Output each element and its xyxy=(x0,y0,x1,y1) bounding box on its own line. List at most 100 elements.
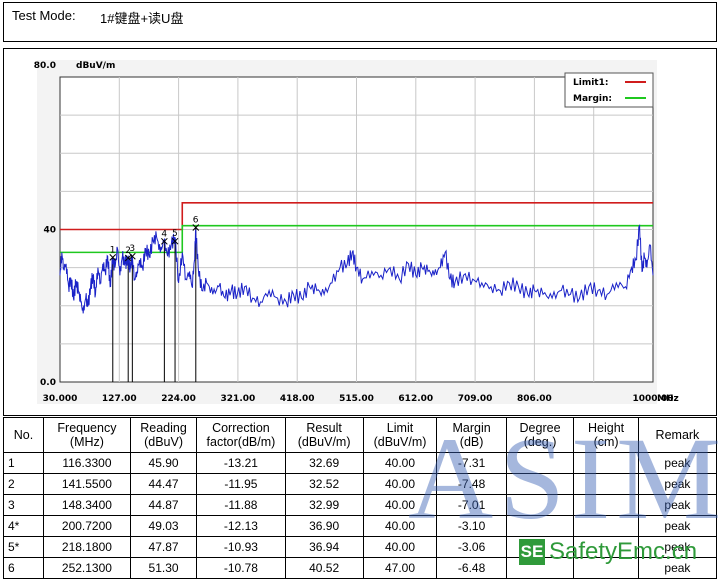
cell-height xyxy=(573,515,639,537)
cell-no: 2 xyxy=(3,473,44,495)
cell-corr: -13.21 xyxy=(196,452,286,474)
cell-no: 1 xyxy=(3,452,44,474)
cell-corr: -11.95 xyxy=(196,473,286,495)
cell-result: 32.69 xyxy=(284,452,364,474)
column-header-line2: (dBuV) xyxy=(144,435,183,449)
x-tick-label: 127.00 xyxy=(102,394,137,404)
column-header-line1: Degree xyxy=(519,421,561,435)
cell-no: 5* xyxy=(3,536,44,558)
table-header-row: No. Frequency (MHz) Reading (dBuV) Correction… xyxy=(3,417,718,453)
cell-degree xyxy=(505,473,575,495)
cell-margin: -7.31 xyxy=(436,452,507,474)
table-row: 2 141.5500 44.47 -11.95 32.52 40.00 -7.48 peak xyxy=(3,473,718,495)
column-header-line2: factor(dB/m) xyxy=(206,435,276,449)
marker-label: 4 xyxy=(161,229,167,239)
table-row: 3 148.3400 44.87 -11.88 32.99 40.00 -7.01 peak xyxy=(3,494,718,516)
x-tick-label: 321.00 xyxy=(221,394,256,404)
column-header-line2: (dB) xyxy=(459,435,484,449)
column-header-line1: Result xyxy=(306,421,342,435)
cell-height xyxy=(573,473,639,495)
x-tick-label: 515.00 xyxy=(339,394,374,404)
cell-remark: peak xyxy=(637,536,718,558)
cell-degree xyxy=(505,452,575,474)
column-header-line1: Reading xyxy=(140,421,187,435)
cell-margin: -7.01 xyxy=(436,494,507,516)
cell-result: 40.52 xyxy=(284,557,364,579)
marker-label: 6 xyxy=(193,216,199,226)
y-tick-label: 40 xyxy=(43,226,56,236)
column-header-line1: Remark xyxy=(655,428,700,442)
column-header-line2: (dBuV/m) xyxy=(297,435,351,449)
x-tick-label: 224.00 xyxy=(161,394,196,404)
y-tick-label: 0.0 xyxy=(40,378,56,388)
x-tick-label: 806.00 xyxy=(517,394,552,404)
cell-reading: 45.90 xyxy=(129,452,198,474)
table-row: 1 116.3300 45.90 -13.21 32.69 40.00 -7.31 peak xyxy=(3,452,718,474)
cell-remark: peak xyxy=(637,557,718,579)
cell-freq: 252.1300 xyxy=(43,557,131,579)
cell-height xyxy=(573,536,639,558)
column-header: Margin (dB) xyxy=(436,417,507,453)
cell-corr: -11.88 xyxy=(196,494,286,516)
column-header: Reading (dBuV) xyxy=(129,417,198,453)
legend-limit-label: Limit1: xyxy=(573,78,608,88)
x-tick-label: 30.000 xyxy=(43,394,78,404)
column-header: Degree (deg.) xyxy=(505,417,575,453)
column-header-line1: Limit xyxy=(386,421,414,435)
table-row: 5* 218.1800 47.87 -10.93 36.94 40.00 -3.06 peak xyxy=(3,536,718,558)
cell-limit: 40.00 xyxy=(362,494,438,516)
cell-height xyxy=(573,494,639,516)
cell-remark: peak xyxy=(637,515,718,537)
cell-reading: 51.30 xyxy=(129,557,198,579)
emission-chart: 1 234 56 80.0400.0 30.000 127.00 224.00 321.0… xyxy=(34,60,679,404)
column-header: Correction factor(dB/m) xyxy=(196,417,286,453)
cell-no: 4* xyxy=(3,515,44,537)
column-header-line1: Height xyxy=(587,421,625,435)
legend: Limit1: Margin: xyxy=(564,72,654,108)
cell-reading: 44.87 xyxy=(129,494,198,516)
cell-limit: 40.00 xyxy=(362,536,438,558)
cell-limit: 47.00 xyxy=(362,557,438,579)
cell-freq: 116.3300 xyxy=(43,452,131,474)
cell-corr: -10.93 xyxy=(196,536,286,558)
cell-result: 36.90 xyxy=(284,515,364,537)
results-table: No. Frequency (MHz) Reading (dBuV) Correction… xyxy=(3,417,718,579)
marker-label: 5 xyxy=(172,229,178,239)
column-header-line2: (MHz) xyxy=(69,435,104,449)
column-header: Height (cm) xyxy=(573,417,639,453)
cell-result: 32.99 xyxy=(284,494,364,516)
cell-limit: 40.00 xyxy=(362,452,438,474)
x-tick-label: 709.00 xyxy=(458,394,493,404)
column-header-line1: No. xyxy=(13,428,34,442)
cell-limit: 40.00 xyxy=(362,473,438,495)
marker-label: 1 xyxy=(110,245,116,255)
x-axis-unit: MHz xyxy=(657,394,679,404)
cell-remark: peak xyxy=(637,473,718,495)
legend-margin-label: Margin: xyxy=(573,94,612,104)
cell-result: 36.94 xyxy=(284,536,364,558)
column-header-line1: Frequency xyxy=(57,421,117,435)
table-row: 6 252.1300 51.30 -10.78 40.52 47.00 -6.48 peak xyxy=(3,557,718,579)
column-header: Limit (dBuV/m) xyxy=(362,417,438,453)
cell-reading: 44.47 xyxy=(129,473,198,495)
column-header: Result (dBuV/m) xyxy=(284,417,364,453)
cell-freq: 141.5500 xyxy=(43,473,131,495)
cell-reading: 49.03 xyxy=(129,515,198,537)
cell-corr: -12.13 xyxy=(196,515,286,537)
column-header-line2: (dBuV/m) xyxy=(373,435,427,449)
table-body: 1 116.3300 45.90 -13.21 32.69 40.00 -7.31 peak 2… xyxy=(3,452,718,579)
cell-freq: 218.1800 xyxy=(43,536,131,558)
cell-degree xyxy=(505,536,575,558)
y-axis-label: dBuV/m xyxy=(76,61,115,71)
x-tick-label: 612.00 xyxy=(398,394,433,404)
cell-margin: -6.48 xyxy=(436,557,507,579)
column-header: Remark xyxy=(637,417,718,453)
column-header-line2: (cm) xyxy=(593,435,619,449)
column-header-line1: Correction xyxy=(212,421,270,435)
y-tick-label: 80.0 xyxy=(34,61,56,71)
table-row: 4* 200.7200 49.03 -12.13 36.90 40.00 -3.10 peak xyxy=(3,515,718,537)
cell-remark: peak xyxy=(637,452,718,474)
column-header: No. xyxy=(3,417,44,453)
marker-label: 3 xyxy=(129,244,135,254)
cell-degree xyxy=(505,494,575,516)
